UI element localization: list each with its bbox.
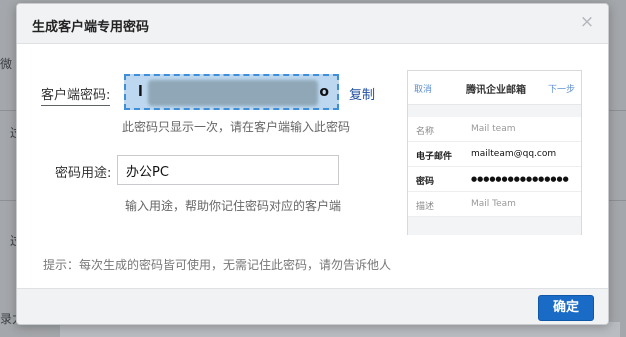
password-last-char: o — [319, 84, 329, 100]
generate-client-password-dialog: 生成客户端专用密码 × 客户端密码: l o 复制 此密码只显示一次，请在客户端… — [16, 3, 609, 325]
client-setup-preview: 取消 腾讯企业邮箱 下一步 名称 Mail team 电子邮件 mailteam… — [407, 70, 582, 235]
preview-row-value: mailteam@qq.com — [471, 149, 557, 159]
purpose-input[interactable] — [117, 155, 339, 185]
background-text: 微 — [0, 57, 13, 71]
client-password-label: 客户端密码: — [41, 84, 111, 106]
dialog-header: 生成客户端专用密码 × — [17, 4, 608, 44]
tip-text: 提示：每次生成的密码皆可使用，无需记住此密码，请勿告诉他人 — [43, 258, 392, 272]
preview-navbar: 取消 腾讯企业邮箱 下一步 — [408, 71, 581, 105]
preview-spacer — [408, 105, 581, 117]
purpose-label: 密码用途: — [55, 166, 112, 181]
preview-row-key: 描述 — [416, 202, 435, 212]
preview-row-value: Mail team — [471, 124, 516, 134]
preview-row-value: ●●●●●●●●●●●●●●●● — [471, 175, 569, 183]
password-redaction — [148, 80, 318, 106]
preview-row-key: 密码 — [416, 177, 435, 187]
password-hint: 此密码只显示一次，请在客户端输入此密码 — [122, 120, 351, 134]
password-first-char: l — [138, 84, 143, 100]
dialog-title: 生成客户端专用密码 — [32, 20, 150, 35]
preview-cancel: 取消 — [414, 85, 433, 95]
purpose-hint: 输入用途，帮助你记住密码对应的客户端 — [125, 199, 342, 213]
preview-row: 电子邮件 mailteam@qq.com — [408, 142, 581, 167]
preview-row-value: Mail Team — [471, 199, 516, 209]
preview-row: 密码 ●●●●●●●●●●●●●●●● — [408, 167, 581, 192]
dialog-footer: 确定 — [17, 288, 608, 324]
preview-footer-spacer — [408, 217, 581, 235]
copy-password-link[interactable]: 复制 — [349, 84, 375, 103]
confirm-button[interactable]: 确定 — [538, 295, 594, 321]
preview-title: 腾讯企业邮箱 — [466, 85, 526, 96]
client-password-field[interactable]: l o — [124, 74, 339, 110]
close-icon[interactable]: × — [578, 13, 596, 31]
preview-next: 下一步 — [547, 85, 575, 95]
preview-row-key: 电子邮件 — [416, 152, 453, 162]
preview-row: 描述 Mail Team — [408, 192, 581, 217]
preview-row: 名称 Mail team — [408, 117, 581, 142]
preview-row-key: 名称 — [416, 127, 435, 137]
